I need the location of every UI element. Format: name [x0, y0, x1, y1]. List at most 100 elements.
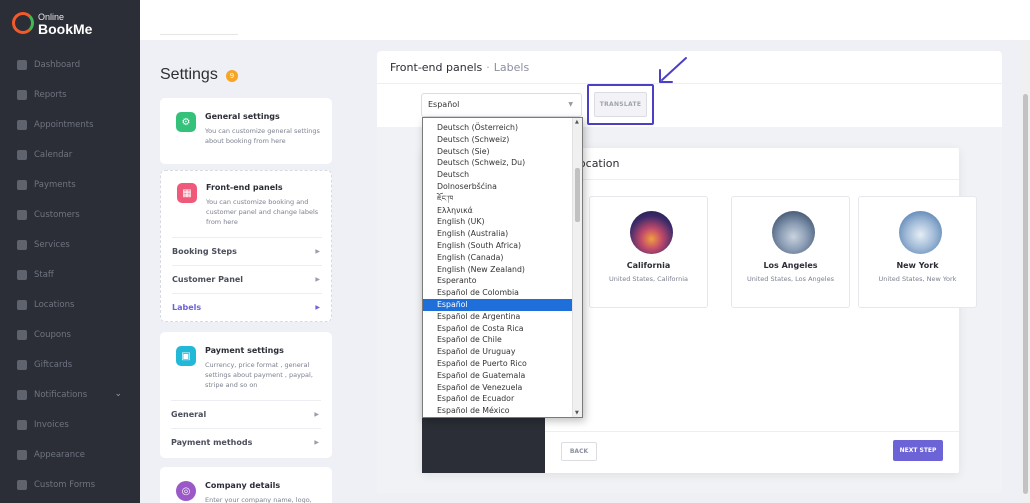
- sidebar-item-label: Custom Forms: [34, 480, 96, 490]
- sidebar-item-label: Giftcards: [34, 360, 73, 370]
- location-name: New York: [896, 261, 939, 270]
- sidebar-item-label: Calendar: [34, 150, 73, 160]
- sidebar-item-services[interactable]: Services: [0, 233, 140, 257]
- sidebar-item-staff[interactable]: Staff: [0, 263, 140, 287]
- language-option[interactable]: Español de Guatemala: [423, 370, 574, 382]
- scroll-up-icon[interactable]: ▲: [575, 119, 579, 125]
- calendar-icon: [17, 150, 27, 160]
- dashboard-icon: [17, 60, 27, 70]
- sidebar-item-label: Notifications: [34, 390, 88, 400]
- language-option[interactable]: Deutsch (Österreich): [423, 122, 574, 134]
- dropdown-scrollbar[interactable]: ▲ ▼: [572, 118, 582, 417]
- sidebar-item-label: Payments: [34, 180, 76, 190]
- chevron-down-icon: ▼: [568, 101, 573, 108]
- language-option[interactable]: Esperanto: [423, 275, 574, 287]
- sidebar-item-reports[interactable]: Reports: [0, 83, 140, 107]
- company-details-card[interactable]: ◎ Company details Enter your company nam…: [160, 467, 332, 503]
- sidebar-item-label: Coupons: [34, 330, 71, 340]
- subitem-label: Customer Panel: [172, 274, 244, 284]
- sidebar-item-dashboard[interactable]: Dashboard: [0, 53, 140, 77]
- subitem-general[interactable]: General ▶: [171, 400, 321, 427]
- payment-settings-card[interactable]: ▣ Payment settings Currency, price forma…: [160, 332, 332, 458]
- frontend-panels-card[interactable]: ▦ Front-end panels You can customize boo…: [160, 170, 332, 322]
- sidebar-item-payments[interactable]: Payments: [0, 173, 140, 197]
- gear-icon: ⚙: [176, 112, 196, 132]
- page-title: Settings: [160, 66, 218, 83]
- location-card-new-york[interactable]: New York United States, New York: [858, 196, 977, 308]
- language-option[interactable]: Español de Argentina: [423, 311, 574, 323]
- sidebar-item-calendar[interactable]: Calendar: [0, 143, 140, 167]
- language-option[interactable]: Español de Puerto Rico: [423, 358, 574, 370]
- location-photo: [772, 211, 815, 254]
- language-option[interactable]: Ελληνικά: [423, 205, 574, 217]
- language-option[interactable]: English (South Africa): [423, 240, 574, 252]
- language-option[interactable]: English (Canada): [423, 252, 574, 264]
- page-scroll-thumb[interactable]: [1023, 94, 1028, 494]
- card-description: Currency, price format , general setting…: [205, 361, 313, 389]
- app-logo[interactable]: Online BookMe: [12, 10, 122, 40]
- bell-icon: [17, 390, 27, 400]
- language-option[interactable]: Español de Uruguay: [423, 346, 574, 358]
- language-option[interactable]: Deutsch (Schweiz, Du): [423, 157, 574, 169]
- sidebar-item-label: Dashboard: [34, 60, 81, 70]
- general-settings-card[interactable]: ⚙ General settings You can customize gen…: [160, 98, 332, 164]
- subitem-customer-panel[interactable]: Customer Panel ▶: [172, 265, 322, 292]
- language-option[interactable]: Español de México: [423, 405, 574, 417]
- language-option[interactable]: Deutsch (Sie): [423, 146, 574, 158]
- language-option[interactable]: English (Australia): [423, 228, 574, 240]
- breadcrumb-title[interactable]: Front-end panels: [390, 61, 482, 74]
- users-icon: [17, 210, 27, 220]
- chevron-right-icon: ▶: [315, 247, 320, 255]
- subitem-booking-steps[interactable]: Booking Steps ▶: [172, 237, 322, 264]
- gift-icon: [17, 360, 27, 370]
- translate-button[interactable]: TRANSLATE: [594, 92, 647, 117]
- dropdown-scroll-thumb[interactable]: [575, 168, 580, 222]
- language-option[interactable]: ཇོང་ཁ: [423, 193, 574, 205]
- language-option[interactable]: English (New Zealand): [423, 264, 574, 276]
- language-option[interactable]: Español de Colombia: [423, 287, 574, 299]
- language-option[interactable]: Español de Costa Rica: [423, 323, 574, 335]
- page-scrollbar[interactable]: [1021, 40, 1030, 503]
- chevron-right-icon: ▶: [315, 275, 320, 283]
- sidebar-item-notifications[interactable]: Notifications ⌄: [0, 383, 140, 407]
- language-option[interactable]: Español de Venezuela: [423, 382, 574, 394]
- sidebar-item-appearance[interactable]: Appearance: [0, 443, 140, 467]
- location-card-los-angeles[interactable]: Los Angeles United States, Los Angeles: [731, 196, 850, 308]
- sidebar-item-label: Appearance: [34, 450, 86, 460]
- sidebar-item-invoices[interactable]: Invoices: [0, 413, 140, 437]
- location-address: United States, Los Angeles: [747, 275, 834, 283]
- sidebar-item-label: Services: [34, 240, 70, 250]
- language-option[interactable]: Dolnoserbšćina: [423, 181, 574, 193]
- language-option[interactable]: Español: [423, 299, 574, 311]
- sidebar-item-label: Staff: [34, 270, 54, 280]
- card-description: You can customize general settings about…: [205, 127, 320, 145]
- language-option[interactable]: Deutsch: [423, 169, 574, 181]
- language-option[interactable]: Deutsch (Schweiz): [423, 134, 574, 146]
- chevron-right-icon: ▶: [315, 303, 320, 311]
- location-card-california[interactable]: California United States, California: [589, 196, 708, 308]
- language-option[interactable]: Español de Ecuador: [423, 393, 574, 405]
- subitem-labels[interactable]: Labels ▶: [172, 293, 322, 320]
- sidebar-item-customers[interactable]: Customers: [0, 203, 140, 227]
- chevron-right-icon: ▶: [314, 410, 319, 418]
- chevron-down-icon: ⌄: [114, 389, 122, 399]
- sidebar-item-coupons[interactable]: Coupons: [0, 323, 140, 347]
- annotation-arrow-icon: [659, 57, 687, 83]
- sidebar-item-appointments[interactable]: Appointments: [0, 113, 140, 137]
- back-button[interactable]: BACK: [561, 442, 597, 461]
- list-icon: [17, 240, 27, 250]
- sidebar-item-locations[interactable]: Locations: [0, 293, 140, 317]
- sidebar-item-custom-forms[interactable]: Custom Forms: [0, 473, 140, 497]
- sidebar-item-giftcards[interactable]: Giftcards: [0, 353, 140, 377]
- subitem-payment-methods[interactable]: Payment methods ▶: [171, 428, 321, 455]
- language-option[interactable]: English (UK): [423, 216, 574, 228]
- language-select-value: Español: [428, 100, 460, 109]
- language-select[interactable]: Español ▼: [421, 93, 582, 117]
- sidebar: Online BookMe Dashboard Reports Appointmen…: [0, 0, 140, 503]
- clock-icon: [17, 120, 27, 130]
- language-dropdown-list[interactable]: Deutsch (Österreich) Deutsch (Schweiz) Deu…: [422, 117, 583, 418]
- language-option[interactable]: Español de Chile: [423, 334, 574, 346]
- next-step-button[interactable]: NEXT STEP: [893, 440, 943, 461]
- scroll-down-icon[interactable]: ▼: [575, 410, 579, 416]
- sidebar-item-label: Appointments: [34, 120, 94, 130]
